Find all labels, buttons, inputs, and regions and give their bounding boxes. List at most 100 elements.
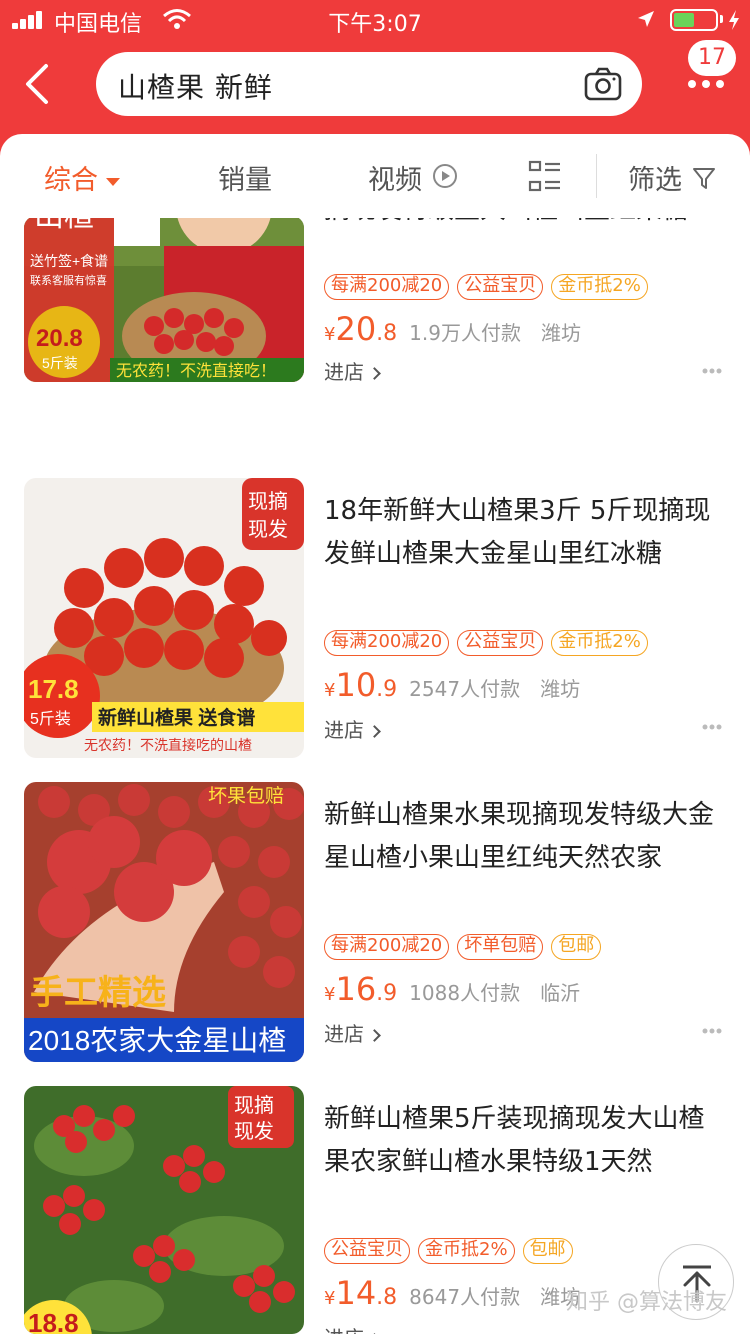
battery-tip <box>720 15 723 23</box>
promo-tag: 每满200减20 <box>324 934 450 960</box>
more-options-icon[interactable] <box>702 1028 722 1034</box>
promo-tag: 公益宝贝 <box>324 1238 410 1264</box>
product-thumbnail[interactable]: 新鲜 山楂 现摘 送竹签+食谱 联系客服有惊喜 20.8 5斤装 无农药！不洗直… <box>24 218 304 382</box>
ship-location: 潍坊 <box>540 677 581 701</box>
thumb-banner-text: 无农药！不洗直接吃！ <box>116 362 276 380</box>
chevron-right-icon <box>368 1029 381 1042</box>
sort-sales-tab[interactable]: 销量 <box>218 158 272 197</box>
product-thumbnail[interactable]: 现摘 现发 17.8 5斤装 新鲜山楂果 送食谱 无农药！不洗直接吃的山楂 <box>24 478 304 758</box>
camera-icon[interactable] <box>584 66 622 102</box>
enter-shop-link[interactable]: 进店 <box>324 356 381 385</box>
sort-filter-bar: 综合 销量 视频 筛选 <box>0 134 750 218</box>
enter-shop-link[interactable]: 进店 <box>324 714 381 743</box>
product-title[interactable]: 新鲜山楂果5斤装现摘现发大山楂果农家鲜山楂水果特级1天然 <box>324 1098 728 1184</box>
sales-count: 8647人付款 <box>409 1285 521 1309</box>
message-count-badge[interactable]: 17 <box>688 40 736 76</box>
more-options-icon[interactable] <box>702 368 722 374</box>
price-decimal: .9 <box>376 677 398 702</box>
currency-symbol: ¥ <box>324 324 336 345</box>
promo-tag: 金币抵2% <box>418 1238 515 1264</box>
thumb-handwrite-text: 手工精选 <box>30 974 166 1012</box>
product-card[interactable]: 现摘 现发 17.8 5斤装 新鲜山楂果 送食谱 无农药！不洗直接吃的山楂 18… <box>0 478 750 782</box>
more-dots-icon[interactable] <box>686 78 726 90</box>
thumb-note-text: 联系客服有惊喜 <box>30 273 107 287</box>
thumb-banner-text: 2018农家大金星山楂 <box>28 1025 286 1056</box>
tab-label: 视频 <box>368 165 422 196</box>
price-row: ¥10.9 2547人付款 潍坊 <box>324 666 580 706</box>
product-title[interactable]: 18年新鲜大山楂果3斤 5斤现摘现发鲜山楂果大金星山里红冰糖 <box>324 490 728 576</box>
play-circle-icon <box>433 164 457 188</box>
promo-tags: 每满200减20 坏单包赔 包邮 <box>324 934 609 960</box>
charging-bolt-icon <box>729 10 739 30</box>
enter-shop-link[interactable]: 进店 <box>324 1018 381 1047</box>
filter-button[interactable]: 筛选 <box>628 158 682 197</box>
promo-tag: 包邮 <box>551 934 602 960</box>
currency-symbol: ¥ <box>324 680 336 701</box>
shop-link-label: 进店 <box>324 1022 364 1046</box>
caret-down-icon <box>106 177 120 186</box>
thumb-unit-text: 5斤装 <box>42 355 78 371</box>
thumb-price-text: 18.8 <box>28 1308 79 1334</box>
promo-tags: 公益宝贝 金币抵2% 包邮 <box>324 1238 581 1264</box>
thumb-sticker-text: 现摘 <box>248 490 288 513</box>
location-arrow-icon <box>638 11 654 27</box>
thumb-price-text: 17.8 <box>28 674 79 704</box>
promo-tag: 每满200减20 <box>324 274 450 300</box>
price-integer: 10 <box>335 666 377 704</box>
thumb-sub-text: 无农药！不洗直接吃的山楂 <box>84 737 252 753</box>
thumb-unit-text: 5斤装 <box>30 710 71 728</box>
promo-tag: 公益宝贝 <box>457 630 544 656</box>
thumb-sticker-text: 现发 <box>248 518 288 541</box>
thumb-price-text: 20.8 <box>36 325 83 352</box>
product-thumbnail[interactable]: 坏果包赔 手工精选 2018农家大金星山楂 <box>24 782 304 1062</box>
promo-tag: 金币抵2% <box>551 630 648 656</box>
video-filter-tab[interactable]: 视频 <box>368 158 422 197</box>
promo-tag: 金币抵2% <box>551 274 648 300</box>
ship-location: 临沂 <box>540 981 581 1005</box>
tab-label: 销量 <box>218 165 272 196</box>
thumb-badge-text: 山楂 <box>34 218 94 233</box>
price-decimal: .8 <box>376 321 398 346</box>
more-options-icon[interactable] <box>702 724 722 730</box>
back-arrow-icon[interactable] <box>18 62 58 106</box>
search-input[interactable]: 山楂果 新鲜 <box>96 52 642 116</box>
price-decimal: .9 <box>376 981 398 1006</box>
product-card[interactable]: 坏果包赔 手工精选 2018农家大金星山楂 新鲜山楂果水果现摘现发特级大金星山楂… <box>0 782 750 1086</box>
tab-label: 综合 <box>44 165 98 196</box>
ship-location: 潍坊 <box>540 321 581 345</box>
currency-symbol: ¥ <box>324 984 336 1005</box>
tab-label: 筛选 <box>628 165 682 196</box>
price-row: ¥16.9 1088人付款 临沂 <box>324 970 580 1010</box>
status-bar: 中国电信 下午3:07 <box>0 0 750 40</box>
divider <box>596 154 597 198</box>
promo-tag: 公益宝贝 <box>457 274 544 300</box>
search-query-text: 山楂果 新鲜 <box>118 71 273 104</box>
enter-shop-link[interactable]: 进店 <box>324 1322 381 1334</box>
price-integer: 16 <box>335 970 377 1008</box>
price-integer: 20 <box>335 310 377 348</box>
product-title[interactable]: 新鲜山楂果5斤装新鲜山楂水果现摘现发特级生大山楂山里红果糖 <box>324 218 728 232</box>
list-view-toggle-icon[interactable] <box>528 160 562 192</box>
sales-count: 2547人付款 <box>409 677 521 701</box>
thumb-sub-text: 送竹签+食谱 <box>30 253 108 269</box>
thumb-banner-text: 新鲜山楂果 送食谱 <box>98 706 255 729</box>
promo-tags: 每满200减20 公益宝贝 金币抵2% <box>324 630 656 656</box>
product-card[interactable]: 新鲜 山楂 现摘 送竹签+食谱 联系客服有惊喜 20.8 5斤装 无农药！不洗直… <box>0 218 750 450</box>
promo-tag: 每满200减20 <box>324 630 450 656</box>
shop-link-label: 进店 <box>324 360 364 384</box>
thumb-sticker-text: 现摘 <box>234 1094 274 1117</box>
product-list: 新鲜 山楂 现摘 送竹签+食谱 联系客服有惊喜 20.8 5斤装 无农药！不洗直… <box>0 218 750 1334</box>
sales-count: 1088人付款 <box>409 981 521 1005</box>
funnel-icon[interactable] <box>692 166 716 190</box>
promo-tags: 每满200减20 公益宝贝 金币抵2% <box>324 274 656 300</box>
sales-count: 1.9万人付款 <box>409 321 521 345</box>
product-title[interactable]: 新鲜山楂果水果现摘现发特级大金星山楂小果山里红纯天然农家 <box>324 794 728 880</box>
price-row: ¥14.8 8647人付款 潍坊 <box>324 1274 580 1314</box>
thumb-corner-text: 坏果包赔 <box>208 785 284 807</box>
chevron-right-icon <box>368 725 381 738</box>
product-thumbnail[interactable]: 现摘 现发 18.8 <box>24 1086 304 1334</box>
price-integer: 14 <box>335 1274 377 1312</box>
shop-link-label: 进店 <box>324 1326 364 1334</box>
sort-comprehensive-tab[interactable]: 综合 <box>44 158 120 197</box>
battery-icon <box>670 9 718 31</box>
